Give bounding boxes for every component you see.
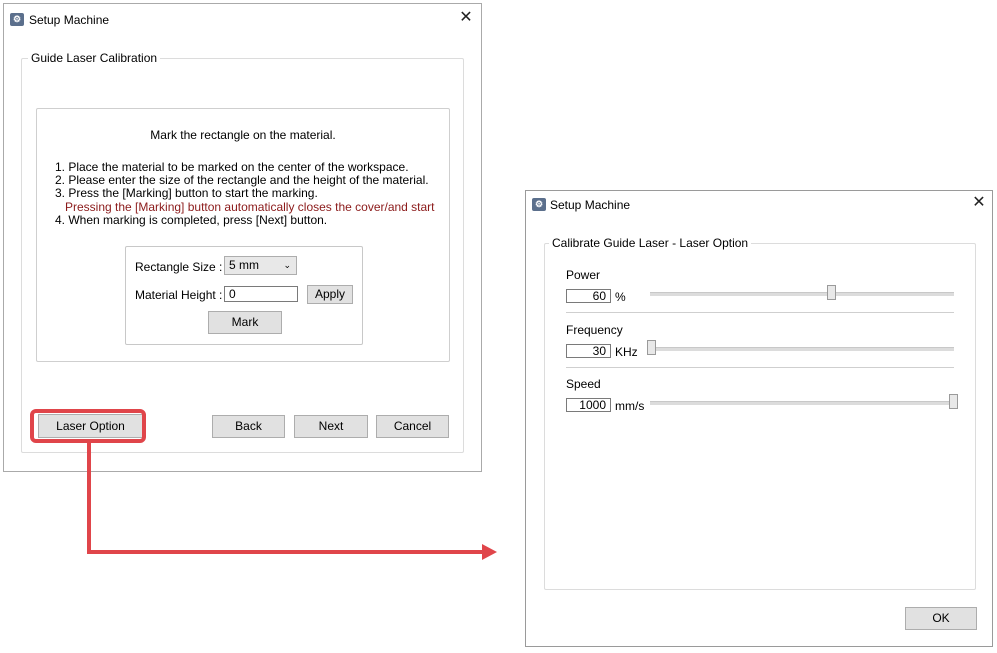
rectangle-size-value: 5 mm <box>229 258 259 272</box>
power-slider-track[interactable] <box>650 292 954 296</box>
divider <box>566 367 954 368</box>
power-input[interactable]: 60 <box>566 289 611 303</box>
apply-button[interactable]: Apply <box>307 285 353 304</box>
instruction-panel: Mark the rectangle on the material. 1. P… <box>36 108 450 362</box>
rectangle-size-select[interactable]: 5 mm ⌄ <box>224 256 297 275</box>
frequency-input[interactable]: 30 <box>566 344 611 358</box>
laser-option-highlight <box>30 409 146 443</box>
ok-button[interactable]: OK <box>905 607 977 630</box>
frequency-slider-track[interactable] <box>650 347 954 351</box>
calibrate-guide-laser-group: Calibrate Guide Laser - Laser Option Pow… <box>544 236 976 590</box>
frequency-unit: KHz <box>615 345 638 359</box>
window-title: Setup Machine <box>29 13 110 27</box>
group-title: Guide Laser Calibration <box>28 51 161 65</box>
frequency-slider-thumb[interactable] <box>647 340 656 355</box>
instruction-step-3: 3. Press the [Marking] button to start t… <box>55 186 318 200</box>
setup-machine-icon: ⚙ <box>532 198 546 211</box>
title-bar[interactable]: ⚙ Setup Machine ✕ <box>526 191 992 221</box>
mark-button[interactable]: Mark <box>208 311 282 334</box>
speed-label: Speed <box>566 377 601 391</box>
cancel-button[interactable]: Cancel <box>376 415 449 438</box>
next-button[interactable]: Next <box>294 415 368 438</box>
setup-machine-window-right: ⚙ Setup Machine ✕ Calibrate Guide Laser … <box>525 190 993 647</box>
material-height-label: Material Height : <box>135 288 223 302</box>
title-bar[interactable]: ⚙ Setup Machine ✕ <box>4 4 481 34</box>
setup-machine-icon: ⚙ <box>10 13 24 26</box>
rectangle-size-label: Rectangle Size : <box>135 260 223 274</box>
speed-input[interactable]: 1000 <box>566 398 611 412</box>
power-slider-thumb[interactable] <box>827 285 836 300</box>
chevron-down-icon: ⌄ <box>283 260 291 270</box>
power-label: Power <box>566 268 601 282</box>
close-icon[interactable]: ✕ <box>968 193 990 213</box>
setup-machine-window-left: ⚙ Setup Machine ✕ Guide Laser Calibratio… <box>3 3 482 472</box>
speed-slider-track[interactable] <box>650 401 954 405</box>
speed-unit: mm/s <box>615 399 645 413</box>
divider <box>566 312 954 313</box>
material-height-input[interactable]: 0 <box>224 286 298 302</box>
group-title: Calibrate Guide Laser - Laser Option <box>549 236 752 250</box>
power-unit: % <box>615 290 626 304</box>
back-button[interactable]: Back <box>212 415 285 438</box>
close-icon[interactable]: ✕ <box>455 8 477 28</box>
rectangle-settings-box: Rectangle Size : 5 mm ⌄ Material Height … <box>125 246 363 345</box>
frequency-label: Frequency <box>566 323 623 337</box>
instruction-heading: Mark the rectangle on the material. <box>150 128 336 142</box>
window-title: Setup Machine <box>550 198 631 212</box>
speed-slider-thumb[interactable] <box>949 394 958 409</box>
instruction-step-4: 4. When marking is completed, press [Nex… <box>55 213 328 227</box>
guide-laser-calibration-group: Guide Laser Calibration Mark the rectang… <box>21 51 464 453</box>
